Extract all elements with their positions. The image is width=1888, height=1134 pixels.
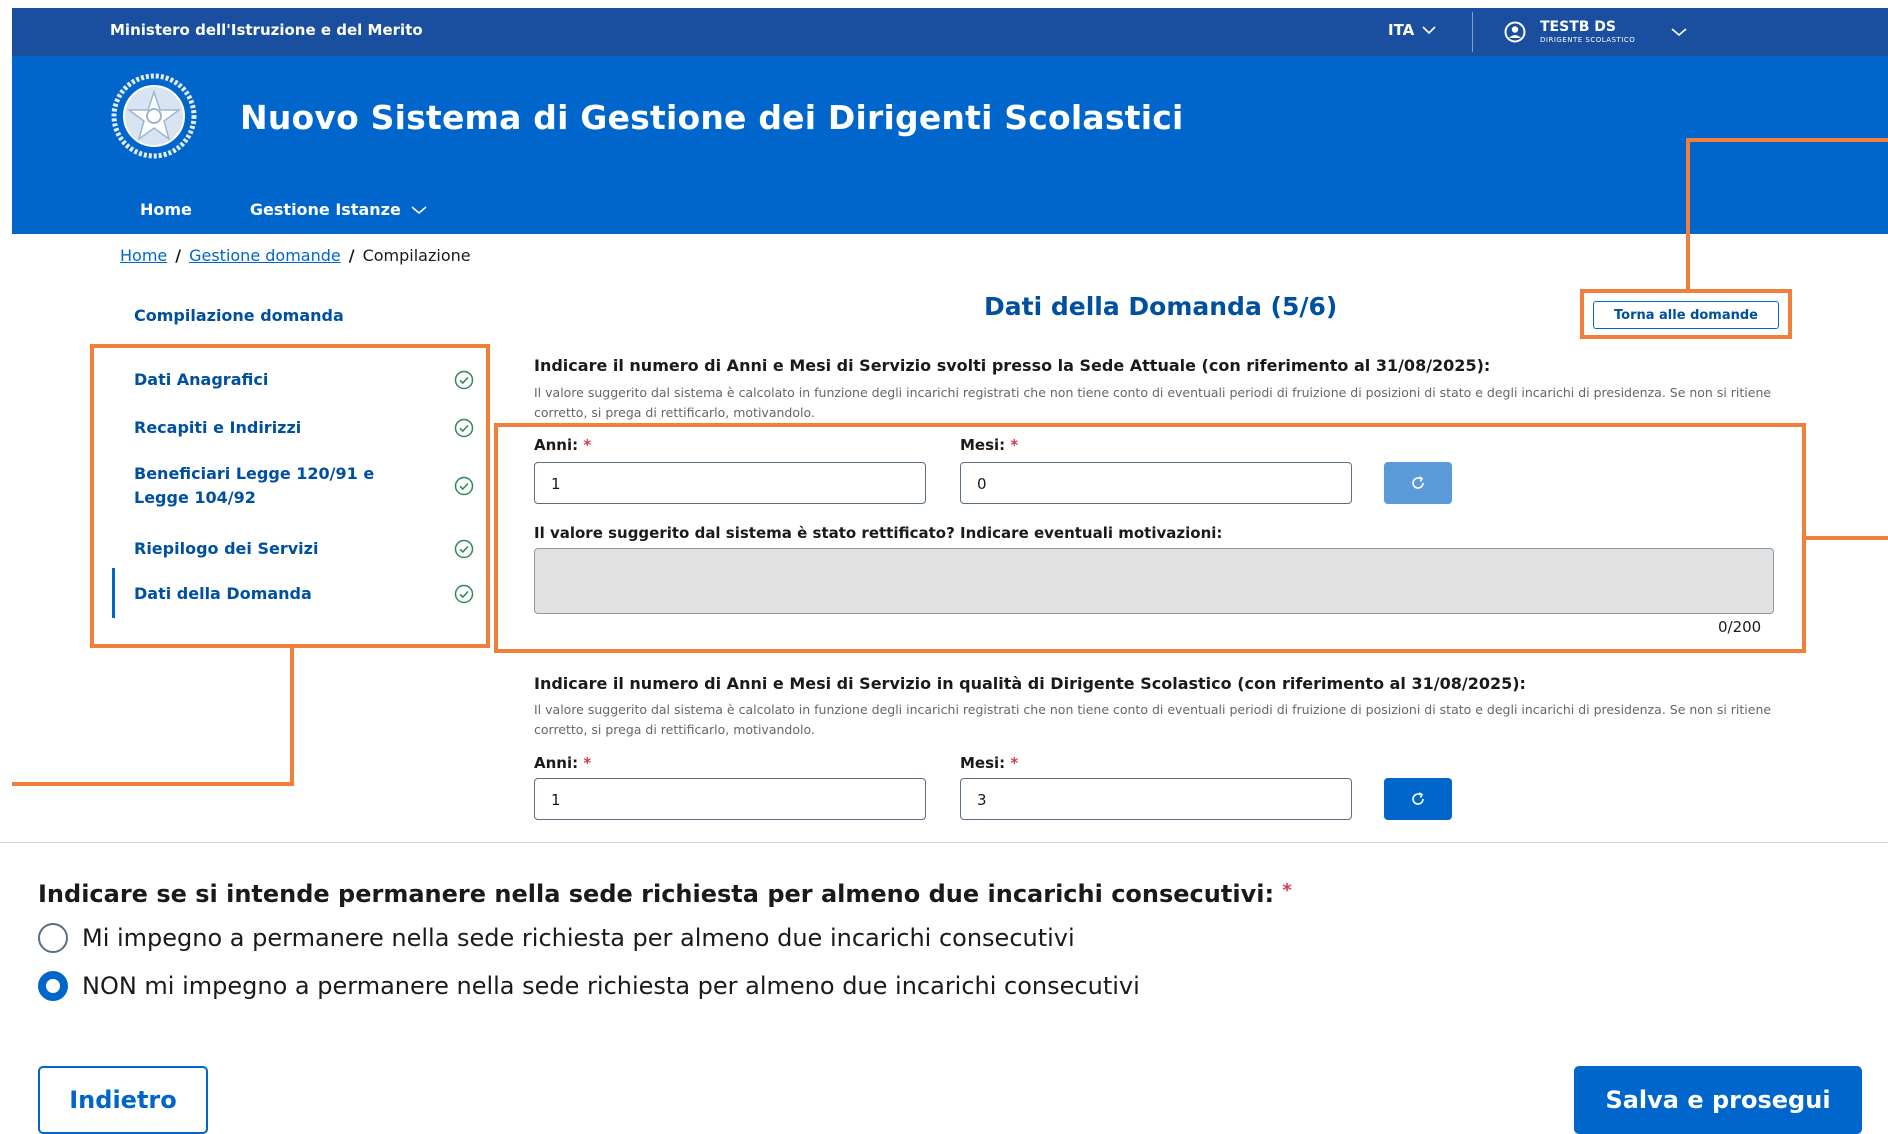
breadcrumb-separator: / bbox=[175, 246, 182, 265]
breadcrumb-separator: / bbox=[348, 246, 355, 265]
annotation-box: Torna alle domande bbox=[1580, 289, 1792, 339]
save-continue-button[interactable]: Salva e prosegui bbox=[1574, 1066, 1862, 1134]
months-label: Mesi: * bbox=[960, 436, 1018, 454]
required-mark: * bbox=[1010, 436, 1019, 454]
user-circle-icon bbox=[1504, 21, 1526, 43]
sidebar-item-dati-domanda[interactable]: Dati della Domanda bbox=[134, 582, 474, 606]
top-bar: Ministero dell'Istruzione e del Merito I… bbox=[12, 8, 1888, 56]
ministry-name: Ministero dell'Istruzione e del Merito bbox=[110, 21, 423, 39]
refresh-icon bbox=[1412, 792, 1424, 805]
radio-checked-icon bbox=[38, 971, 68, 1001]
radio-unchecked-icon bbox=[38, 923, 68, 953]
refresh-icon bbox=[1412, 476, 1424, 489]
breadcrumb: Home / Gestione domande / Compilazione bbox=[120, 246, 471, 265]
permanence-question-text: Indicare se si intende permanere nella s… bbox=[38, 880, 1275, 908]
check-circle-icon bbox=[454, 370, 474, 390]
back-button[interactable]: Indietro bbox=[38, 1066, 208, 1134]
question-service-current-school: Indicare il numero di Anni e Mesi di Ser… bbox=[534, 356, 1491, 375]
years-input[interactable]: 1 bbox=[534, 462, 926, 504]
years-input[interactable]: 1 bbox=[534, 778, 926, 820]
required-mark: * bbox=[583, 436, 592, 454]
language-label: ITA bbox=[1388, 21, 1415, 39]
check-circle-icon bbox=[454, 539, 474, 559]
chevron-down-icon bbox=[1671, 28, 1687, 37]
sidebar-item-beneficiari[interactable]: Beneficiari Legge 120/91 e Legge 104/92 bbox=[134, 462, 474, 510]
years-label-text: Anni: bbox=[534, 436, 579, 454]
months-label-text: Mesi: bbox=[960, 754, 1006, 772]
question-hint: Il valore suggerito dal sistema è calcol… bbox=[534, 702, 1772, 737]
language-selector[interactable]: ITA bbox=[1388, 21, 1436, 39]
annotation-line bbox=[1686, 138, 1888, 142]
nav-gestione-istanze-label: Gestione Istanze bbox=[249, 200, 401, 219]
nav-home[interactable]: Home bbox=[140, 200, 192, 219]
republic-emblem-icon bbox=[111, 73, 197, 159]
user-menu[interactable]: TESTB DS DIRIGENTE SCOLASTICO bbox=[1504, 12, 1687, 52]
annotation-line bbox=[1806, 536, 1888, 540]
check-circle-icon bbox=[454, 418, 474, 438]
years-label: Anni: * bbox=[534, 754, 591, 772]
required-mark: * bbox=[1282, 880, 1292, 901]
user-role: DIRIGENTE SCOLASTICO bbox=[1540, 36, 1636, 44]
months-input[interactable]: 3 bbox=[960, 778, 1352, 820]
sidebar-item-label: Recapiti e Indirizzi bbox=[134, 418, 302, 437]
question-hint: Il valore suggerito dal sistema è calcol… bbox=[534, 385, 1772, 420]
motivation-textarea[interactable] bbox=[534, 548, 1774, 614]
breadcrumb-gestione-domande[interactable]: Gestione domande bbox=[189, 246, 341, 265]
check-circle-icon bbox=[454, 476, 474, 496]
nav-gestione-istanze[interactable]: Gestione Istanze bbox=[250, 200, 427, 219]
topbar-divider bbox=[1472, 12, 1473, 52]
breadcrumb-home[interactable]: Home bbox=[120, 246, 167, 265]
reset-suggested-button[interactable] bbox=[1384, 778, 1452, 820]
annotation-line bbox=[1686, 138, 1690, 289]
user-info: TESTB DS DIRIGENTE SCOLASTICO bbox=[1540, 19, 1635, 45]
years-label: Anni: * bbox=[534, 436, 591, 454]
months-label: Mesi: * bbox=[960, 754, 1018, 772]
character-counter: 0/200 bbox=[1718, 618, 1762, 636]
radio-commit[interactable]: Mi impegno a permanere nella sede richie… bbox=[38, 923, 1075, 953]
site-title: Nuovo Sistema di Gestione dei Dirigenti … bbox=[240, 98, 1184, 137]
breadcrumb-current: Compilazione bbox=[362, 246, 471, 265]
site-header: Nuovo Sistema di Gestione dei Dirigenti … bbox=[12, 56, 1888, 234]
annotation-line bbox=[12, 782, 294, 786]
required-mark: * bbox=[583, 754, 592, 772]
years-label-text: Anni: bbox=[534, 754, 579, 772]
reset-suggested-button[interactable] bbox=[1384, 462, 1452, 504]
sidebar-heading: Compilazione domanda bbox=[134, 306, 344, 325]
motivation-label: Il valore suggerito dal sistema è stato … bbox=[534, 524, 1223, 542]
question-service-as-principal: Indicare il numero di Anni e Mesi di Ser… bbox=[534, 674, 1526, 693]
sidebar-item-label: Riepilogo dei Servizi bbox=[134, 539, 319, 558]
chevron-down-icon bbox=[1422, 26, 1436, 35]
annotation-line bbox=[290, 648, 294, 786]
sidebar-item-label: Dati della Domanda bbox=[134, 584, 312, 603]
sidebar-item-label: Dati Anagrafici bbox=[134, 370, 269, 389]
section-divider bbox=[0, 842, 1888, 843]
months-label-text: Mesi: bbox=[960, 436, 1006, 454]
nav-home-label: Home bbox=[140, 200, 192, 219]
required-mark: * bbox=[1010, 754, 1019, 772]
sidebar-item-dati-anagrafici[interactable]: Dati Anagrafici bbox=[134, 368, 474, 392]
active-step-indicator bbox=[112, 568, 115, 618]
chevron-down-icon bbox=[411, 205, 427, 214]
permanence-question: Indicare se si intende permanere nella s… bbox=[38, 880, 1292, 908]
sidebar-item-label: Beneficiari Legge 120/91 e Legge 104/92 bbox=[134, 464, 375, 507]
back-to-list-button[interactable]: Torna alle domande bbox=[1593, 301, 1779, 329]
radio-label: NON mi impegno a permanere nella sede ri… bbox=[82, 972, 1140, 1000]
main-nav: Home Gestione Istanze bbox=[140, 200, 427, 219]
radio-not-commit[interactable]: NON mi impegno a permanere nella sede ri… bbox=[38, 971, 1140, 1001]
radio-label: Mi impegno a permanere nella sede richie… bbox=[82, 924, 1075, 952]
check-circle-icon bbox=[454, 584, 474, 604]
sidebar-item-recapiti-indirizzi[interactable]: Recapiti e Indirizzi bbox=[134, 416, 474, 440]
steps-sidebar: Dati Anagrafici Recapiti e Indirizzi Ben… bbox=[90, 344, 490, 648]
section-title: Dati della Domanda (5/6) bbox=[984, 292, 1338, 321]
months-input[interactable]: 0 bbox=[960, 462, 1352, 504]
sidebar-item-riepilogo-servizi[interactable]: Riepilogo dei Servizi bbox=[134, 537, 474, 561]
user-name: TESTB DS bbox=[1540, 19, 1616, 35]
